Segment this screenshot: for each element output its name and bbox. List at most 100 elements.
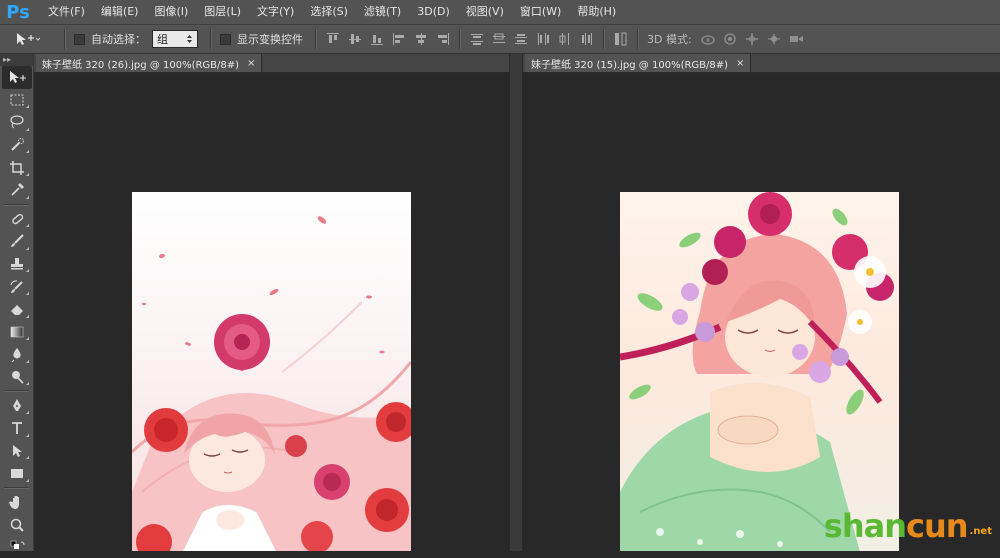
artwork-flower-girl [620, 192, 894, 551]
hand-icon [9, 495, 19, 509]
clone-stamp-tool[interactable] [2, 253, 32, 276]
brush-tool[interactable] [2, 230, 32, 253]
zoom-magnifier-icon [10, 518, 24, 532]
align-bottom-edges-icon[interactable] [369, 31, 385, 47]
hand-tool[interactable] [2, 491, 32, 514]
distribute-right-icon[interactable] [579, 31, 595, 47]
document-tab-right[interactable]: 妹子壁纸 320 (15).jpg @ 100%(RGB/8#) × [525, 54, 752, 72]
menu-3d[interactable]: 3D(D) [409, 0, 458, 24]
menu-bar: Ps 文件(F) 编辑(E) 图像(I) 图层(L) 文字(Y) 选择(S) 滤… [0, 0, 1000, 24]
menu-image[interactable]: 图像(I) [146, 0, 196, 24]
distribute-hcenter-icon[interactable] [557, 31, 573, 47]
zoom-tool[interactable] [2, 513, 32, 536]
photoshop-logo: Ps [6, 1, 30, 23]
menu-type[interactable]: 文字(Y) [249, 0, 302, 24]
crop-icon [10, 160, 24, 175]
auto-align-layers-icon[interactable] [613, 31, 629, 47]
menu-help[interactable]: 帮助(H) [569, 0, 624, 24]
align-left-edges-icon[interactable] [391, 31, 407, 47]
menu-items: 文件(F) 编辑(E) 图像(I) 图层(L) 文字(Y) 选择(S) 滤镜(T… [40, 0, 624, 24]
menu-layer[interactable]: 图层(L) [196, 0, 249, 24]
3d-pan-icon[interactable] [744, 31, 760, 47]
lasso-icon [10, 115, 24, 129]
move-tool[interactable] [2, 66, 32, 89]
document-tab-left[interactable]: 妹子壁纸 320 (26).jpg @ 100%(RGB/8#) × [36, 54, 263, 72]
menu-select[interactable]: 选择(S) [302, 0, 356, 24]
eyedropper-tool[interactable] [2, 179, 32, 202]
menu-file[interactable]: 文件(F) [40, 0, 93, 24]
distribute-left-icon[interactable] [535, 31, 551, 47]
pen-tool[interactable] [2, 394, 32, 417]
pen-icon [13, 398, 21, 411]
site-watermark: shan cun .net [824, 507, 992, 545]
rectangle-shape-icon [11, 469, 23, 479]
auto-select-label: 自动选择： [91, 33, 146, 46]
eraser-tool[interactable] [2, 298, 32, 321]
menu-edit[interactable]: 编辑(E) [93, 0, 147, 24]
document-pane-left: 妹子壁纸 320 (26).jpg @ 100%(RGB/8#) × [34, 54, 509, 551]
history-brush-icon [10, 280, 23, 293]
canvas-area-left[interactable] [34, 73, 509, 551]
distribute-vcenter-icon[interactable] [491, 31, 507, 47]
distribute-top-icon[interactable] [469, 31, 485, 47]
path-selection-tool[interactable] [2, 440, 32, 463]
document-tab-title: 妹子壁纸 320 (15).jpg @ 100%(RGB/8#) [531, 59, 729, 71]
artwork-roses-girl [132, 216, 411, 551]
separator [315, 29, 317, 49]
align-group-2 [469, 31, 595, 47]
3d-orbit-icon[interactable] [700, 31, 716, 47]
document-tabstrip-right: 妹子壁纸 320 (15).jpg @ 100%(RGB/8#) × [523, 54, 1000, 73]
crop-tool[interactable] [2, 156, 32, 179]
auto-select-dropdown[interactable]: 组 [152, 30, 198, 48]
separator [210, 29, 212, 49]
path-selection-icon [13, 444, 22, 457]
document-tabstrip-left: 妹子壁纸 320 (26).jpg @ 100%(RGB/8#) × [34, 54, 509, 73]
move-tool-icon [10, 71, 26, 84]
gradient-icon [10, 326, 24, 338]
show-transform-checkbox[interactable] [220, 33, 231, 45]
menu-view[interactable]: 视图(V) [458, 0, 512, 24]
watermark-part1: shan [823, 507, 907, 545]
align-vertical-centers-icon[interactable] [347, 31, 363, 47]
shape-tool[interactable] [2, 462, 32, 485]
separator [603, 29, 605, 49]
align-top-edges-icon[interactable] [325, 31, 341, 47]
align-right-edges-icon[interactable] [435, 31, 451, 47]
default-colors-tool[interactable] [2, 536, 32, 558]
gradient-tool[interactable] [2, 321, 32, 344]
auto-select-checkbox[interactable] [74, 33, 85, 45]
separator [64, 29, 66, 49]
tools-separator [4, 486, 29, 489]
dodge-tool[interactable] [2, 366, 32, 389]
history-brush-tool[interactable] [2, 275, 32, 298]
tools-separator [4, 203, 29, 206]
close-tab-icon[interactable]: × [247, 58, 255, 69]
blur-tool[interactable] [2, 343, 32, 366]
bandage-icon [12, 213, 24, 225]
3d-roll-icon[interactable] [722, 31, 738, 47]
move-tool-icon [17, 33, 40, 45]
separator [637, 29, 639, 49]
3d-scale-icon[interactable] [788, 31, 804, 47]
tools-panel-collapse[interactable]: ▸▸ [0, 54, 33, 66]
3d-slide-icon[interactable] [766, 31, 782, 47]
close-tab-icon[interactable]: × [736, 58, 744, 69]
menu-filter[interactable]: 滤镜(T) [356, 0, 409, 24]
distribute-bottom-icon[interactable] [513, 31, 529, 47]
eraser-icon [11, 305, 23, 316]
lasso-tool[interactable] [2, 111, 32, 134]
brush-icon [11, 234, 24, 248]
type-tool[interactable] [2, 417, 32, 440]
pane-splitter[interactable] [509, 54, 523, 551]
healing-brush-tool[interactable] [2, 208, 32, 231]
show-transform-label: 显示变换控件 [237, 33, 303, 46]
eyedropper-icon [11, 183, 24, 196]
blur-drop-icon [11, 348, 21, 363]
menu-window[interactable]: 窗口(W) [512, 0, 569, 24]
marquee-tool[interactable] [2, 89, 32, 112]
document-image-roses-girl [132, 192, 411, 551]
align-horizontal-centers-icon[interactable] [413, 31, 429, 47]
tool-preset-picker[interactable] [14, 31, 56, 47]
quick-selection-tool[interactable] [2, 134, 32, 157]
canvas-area-right[interactable] [523, 73, 1000, 551]
